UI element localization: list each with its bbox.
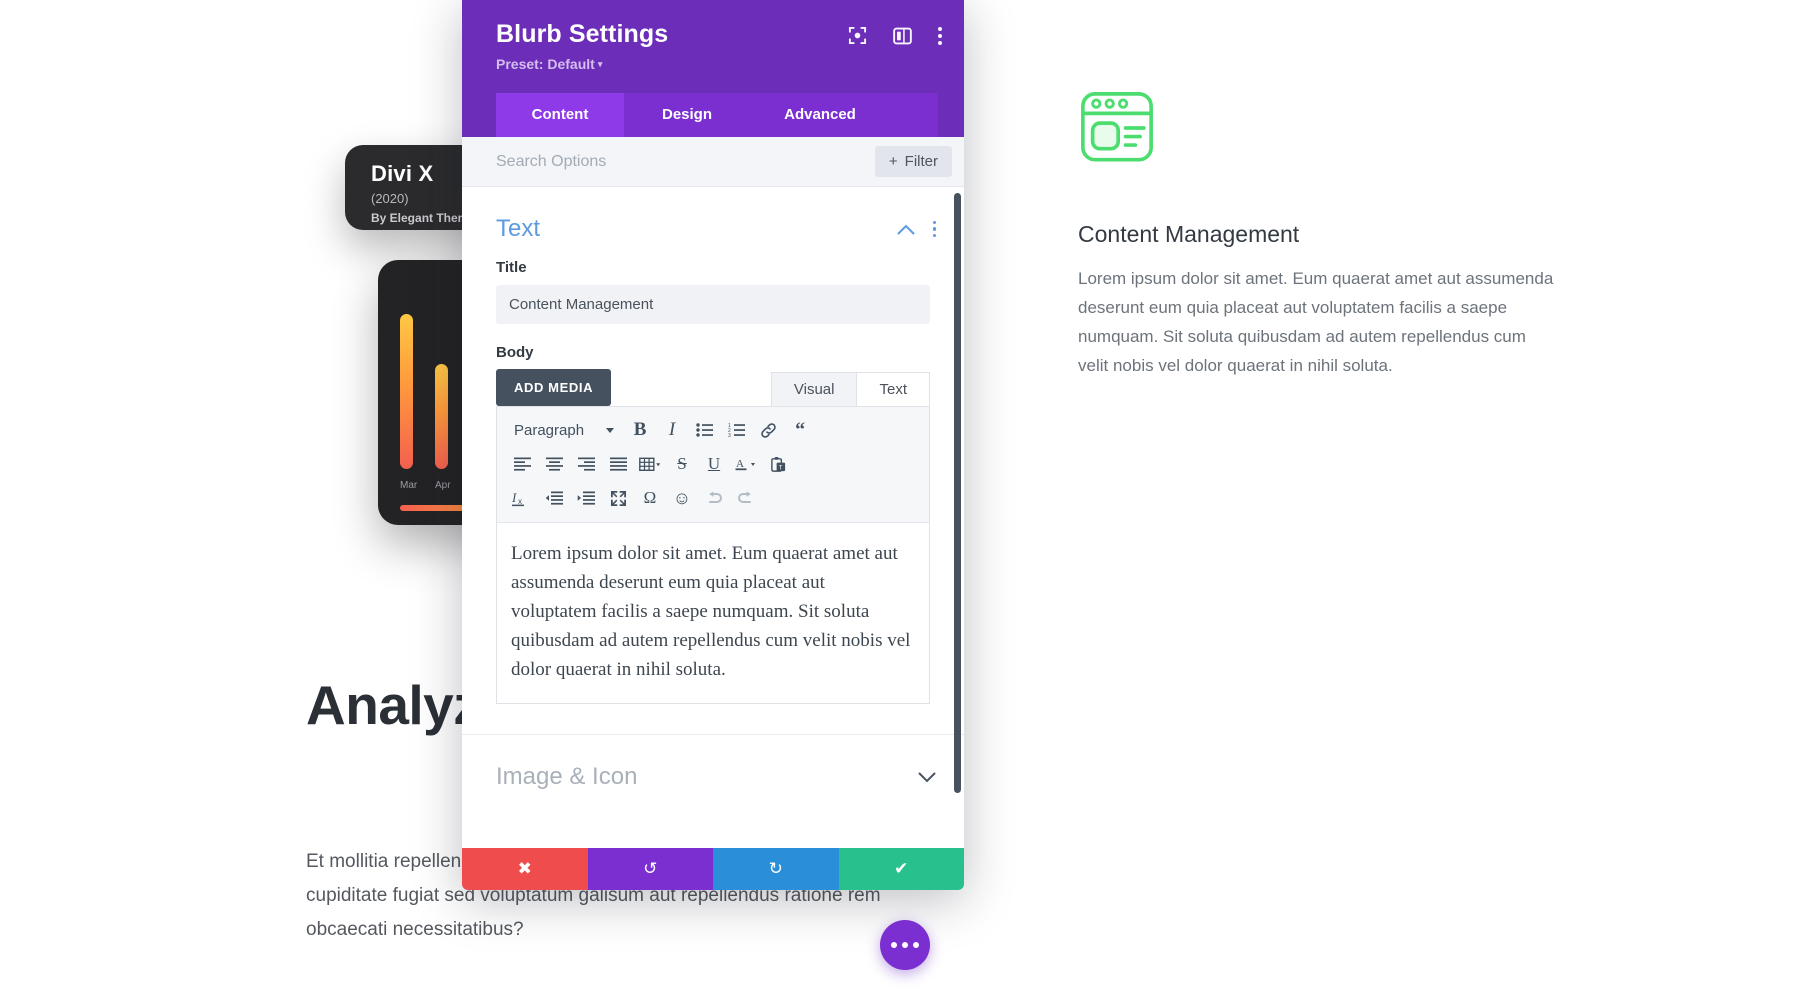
- text-color-icon[interactable]: A: [731, 449, 761, 479]
- italic-icon[interactable]: I: [657, 415, 687, 445]
- modal-action-bar: ✖ ↺ ↻ ✔: [462, 848, 964, 890]
- numbered-list-icon[interactable]: 123: [721, 415, 751, 445]
- chevron-down-icon: ▾: [597, 59, 603, 69]
- chevron-down-icon[interactable]: [918, 772, 936, 783]
- save-button[interactable]: ✔: [838, 848, 964, 890]
- section-text-header: Text: [462, 187, 964, 253]
- title-field-group: Title: [462, 253, 964, 324]
- svg-text:I: I: [512, 490, 517, 505]
- chevron-up-icon[interactable]: [897, 224, 915, 235]
- focus-target-icon[interactable]: [848, 26, 867, 45]
- layout-panel-icon[interactable]: [893, 27, 912, 45]
- editor-top-bar: ADD MEDIA Visual Text: [496, 369, 930, 406]
- title-input[interactable]: [496, 285, 930, 324]
- modal-header: Blurb Settings Preset: Default ▾ Content…: [462, 0, 964, 137]
- modal-scrollbar[interactable]: [954, 187, 961, 848]
- section-overflow-menu-icon[interactable]: [932, 220, 936, 238]
- format-select-value: Paragraph: [514, 421, 585, 439]
- indent-icon[interactable]: [571, 483, 601, 513]
- overflow-menu-icon[interactable]: [938, 26, 942, 45]
- svg-text:3: 3: [728, 433, 731, 437]
- tab-text[interactable]: Text: [857, 372, 930, 406]
- strikethrough-icon[interactable]: S: [667, 449, 697, 479]
- blurb-settings-modal: Blurb Settings Preset: Default ▾ Content…: [462, 0, 964, 890]
- align-center-icon[interactable]: [539, 449, 569, 479]
- filter-button[interactable]: + Filter: [874, 146, 952, 177]
- chart-label: Mar: [400, 480, 418, 491]
- underline-icon[interactable]: U: [699, 449, 729, 479]
- undo-button[interactable]: ↺: [587, 848, 713, 890]
- special-character-icon[interactable]: Ω: [635, 483, 665, 513]
- tab-design[interactable]: Design: [624, 93, 750, 137]
- align-right-icon[interactable]: [571, 449, 601, 479]
- dot-icon: [891, 942, 897, 948]
- blurb-title: Content Management: [1078, 221, 1300, 247]
- title-field-label: Title: [496, 259, 527, 276]
- dot-icon: [913, 942, 919, 948]
- fullscreen-icon[interactable]: [603, 483, 633, 513]
- editor-toolbar-row-3: Ix Ω ☺: [501, 481, 925, 515]
- more-options-fab[interactable]: [880, 920, 930, 970]
- editor-toolbar-row-2: S U A T: [501, 447, 925, 481]
- blurb-preview: Content Management Lorem ipsum dolor sit…: [1078, 90, 1558, 380]
- tab-content[interactable]: Content: [496, 93, 624, 137]
- redo-icon[interactable]: [731, 483, 761, 513]
- body-field-label: Body: [496, 344, 534, 361]
- filter-button-label: Filter: [904, 153, 938, 170]
- body-field-group: Body ADD MEDIA Visual Text Paragraph B I…: [462, 324, 964, 704]
- bold-icon[interactable]: B: [625, 415, 655, 445]
- table-icon[interactable]: [635, 449, 665, 479]
- section-image-icon-title: Image & Icon: [496, 763, 638, 790]
- blurb-body: Lorem ipsum dolor sit amet. Eum quaerat …: [1078, 269, 1554, 375]
- browser-layout-icon: [1081, 92, 1153, 162]
- plus-icon: +: [888, 153, 898, 170]
- bullet-list-icon[interactable]: [689, 415, 719, 445]
- clear-formatting-icon[interactable]: Ix: [507, 483, 537, 513]
- cancel-button[interactable]: ✖: [462, 848, 588, 890]
- preset-label: Preset: Default: [496, 56, 595, 72]
- chart-bar: [400, 314, 413, 469]
- scrollbar-thumb[interactable]: [954, 193, 961, 793]
- search-bar: + Filter: [462, 137, 964, 187]
- format-select[interactable]: Paragraph: [507, 415, 623, 445]
- outdent-icon[interactable]: [539, 483, 569, 513]
- svg-text:T: T: [778, 464, 782, 471]
- tab-visual[interactable]: Visual: [770, 372, 858, 406]
- section-text-title: Text: [496, 215, 541, 242]
- link-icon[interactable]: [753, 415, 783, 445]
- section-text-tools: [897, 220, 936, 238]
- modal-tabs: Content Design Advanced: [496, 93, 938, 137]
- editor-mode-tabs: Visual Text: [770, 372, 930, 406]
- section-image-icon-header[interactable]: Image & Icon: [462, 735, 964, 801]
- tab-advanced[interactable]: Advanced: [750, 93, 890, 137]
- editor-toolbar-row-1: Paragraph B I 123 “: [501, 413, 925, 447]
- undo-icon[interactable]: [699, 483, 729, 513]
- blockquote-icon[interactable]: “: [785, 415, 815, 445]
- emoji-icon[interactable]: ☺: [667, 483, 697, 513]
- modal-body: Text Title Body ADD MEDIA Visual: [462, 187, 964, 848]
- rich-text-editor: Paragraph B I 123 “ S U A T I x Ω ☺ Lore…: [496, 406, 930, 704]
- editor-content[interactable]: Lorem ipsum dolor sit amet. Eum quaerat …: [497, 523, 929, 703]
- screen-root: Divi X (2020) By Elegant Themes Per Mar …: [0, 0, 1800, 994]
- chevron-down-icon: [606, 427, 615, 433]
- editor-toolbar: Paragraph B I 123 “ S U A T I x Ω ☺: [497, 407, 929, 523]
- preset-selector[interactable]: Preset: Default ▾: [496, 56, 938, 72]
- paste-as-text-icon[interactable]: T: [763, 449, 793, 479]
- add-media-button[interactable]: ADD MEDIA: [496, 369, 612, 406]
- search-input[interactable]: [496, 152, 826, 171]
- dot-icon: [902, 942, 908, 948]
- chart-bar: [435, 363, 448, 469]
- align-justify-icon[interactable]: [603, 449, 633, 479]
- modal-header-actions: [848, 26, 942, 45]
- align-left-icon[interactable]: [507, 449, 537, 479]
- svg-text:A: A: [736, 458, 744, 470]
- chart-label: Apr: [435, 480, 451, 491]
- section-image-icon-tools: [918, 772, 936, 783]
- redo-button[interactable]: ↻: [713, 848, 839, 890]
